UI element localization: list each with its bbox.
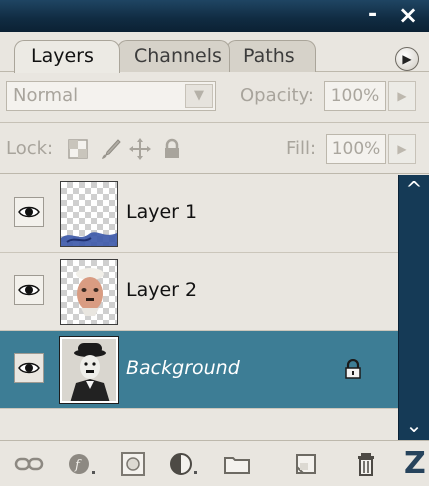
layers-scrollbar[interactable]: ^ ⌄ [398, 175, 429, 440]
fill-slider-arrow-icon[interactable]: ▶ [388, 134, 416, 164]
lock-all-icon[interactable] [160, 137, 184, 161]
opacity-label: Opacity: [240, 85, 314, 106]
visibility-toggle[interactable] [14, 197, 44, 227]
eye-icon [18, 206, 40, 218]
fill-label: Fill: [286, 138, 317, 159]
triangle-right-icon: ▶ [402, 52, 412, 66]
layer-row-layer-1[interactable]: Layer 1 [0, 175, 398, 253]
resize-grip-icon[interactable]: Z [404, 446, 426, 481]
visibility-toggle[interactable] [14, 275, 44, 305]
scroll-up-icon[interactable]: ^ [399, 175, 429, 203]
layer-name[interactable]: Layer 2 [126, 279, 197, 301]
layer-style-fx-icon[interactable]: f [66, 451, 96, 477]
lock-label: Lock: [6, 138, 54, 159]
lock-image-brush-icon[interactable] [98, 137, 122, 161]
layer-thumbnail [60, 181, 118, 247]
layer-row-layer-2[interactable]: Layer 2 [0, 253, 398, 331]
panel-menu-button[interactable]: ▶ [395, 47, 419, 71]
minimize-button[interactable]: - [368, 2, 377, 28]
opacity-slider-arrow-icon[interactable]: ▶ [388, 81, 416, 111]
delete-layer-trash-icon[interactable] [352, 451, 382, 477]
chevron-down-icon[interactable]: ▼ [185, 84, 213, 108]
tab-paths[interactable]: Paths [226, 40, 316, 72]
tab-channels[interactable]: Channels [117, 40, 230, 72]
lock-transparent-icon[interactable] [66, 137, 90, 161]
eye-icon [18, 284, 40, 296]
adjustment-layer-icon[interactable] [168, 451, 198, 477]
layer-name[interactable]: Layer 1 [126, 201, 197, 223]
layer-thumbnail [59, 336, 119, 404]
new-layer-icon[interactable] [290, 451, 320, 477]
link-layers-icon[interactable] [14, 451, 44, 477]
add-mask-icon[interactable] [118, 451, 148, 477]
visibility-toggle[interactable] [14, 353, 44, 383]
lock-icon [345, 359, 361, 379]
new-group-folder-icon[interactable] [222, 451, 252, 477]
layers-bottom-toolbar: f [0, 440, 429, 486]
opacity-input[interactable]: 100% [324, 81, 386, 111]
panel-tabstrip: Paths Channels Layers ▶ [0, 32, 429, 73]
eye-icon [18, 362, 40, 374]
layer-row-background[interactable]: Background [0, 331, 398, 409]
layer-name[interactable]: Background [126, 357, 240, 379]
blend-options-row: Normal ▼ Opacity: 100% ▶ [0, 73, 429, 123]
tab-layers[interactable]: Layers [14, 40, 120, 73]
close-button[interactable]: × [398, 2, 418, 28]
blend-mode-select[interactable]: Normal ▼ [6, 81, 216, 111]
panel-titlebar[interactable]: - × [0, 0, 429, 32]
layers-list: Layer 1 Layer 2 Background [0, 175, 398, 440]
blend-mode-value: Normal [13, 85, 79, 106]
lock-position-move-icon[interactable] [128, 137, 152, 161]
layer-thumbnail [60, 259, 118, 325]
fill-input[interactable]: 100% [326, 134, 386, 164]
lock-options-row: Lock: Fill: 100% ▶ [0, 124, 429, 174]
scroll-down-icon[interactable]: ⌄ [399, 412, 429, 440]
